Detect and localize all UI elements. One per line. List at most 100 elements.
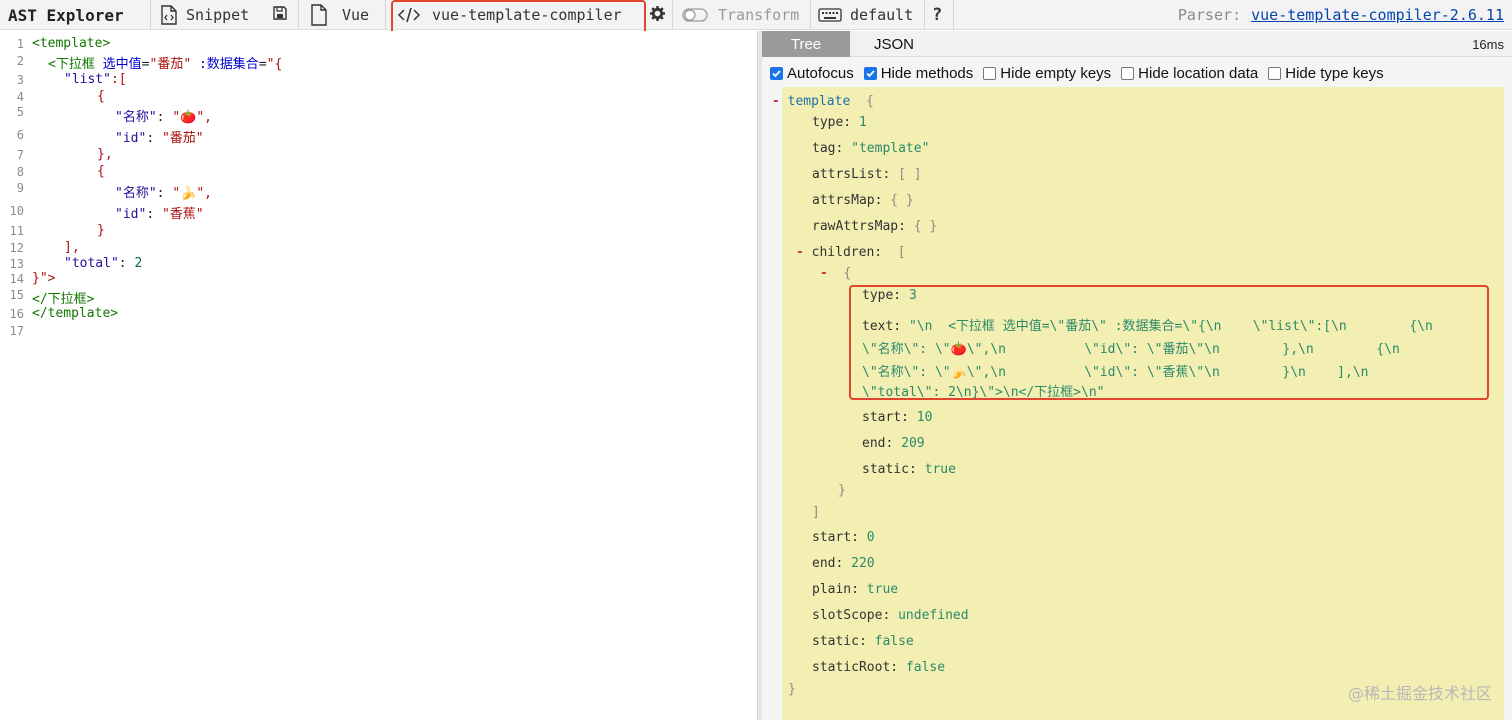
code-token: "番茄" (149, 57, 192, 72)
collapse-toggle[interactable]: - (796, 245, 804, 260)
code-token: "名称" (115, 110, 157, 125)
code-token: :[ (110, 72, 127, 87)
code-token: "{ (266, 57, 283, 72)
code-file-icon (160, 5, 178, 25)
tree-property[interactable]: start: 10 (862, 410, 932, 425)
brace: [ (897, 245, 906, 260)
code-editor[interactable]: 1 2 3 4 5 6 7 8 9 10 11 12 13 14 15 16 1… (0, 31, 757, 720)
tree-property[interactable]: attrsMap: { } (812, 193, 914, 208)
language-button[interactable]: Vue (310, 0, 369, 30)
line-number: 1 (16, 37, 24, 51)
toolbar-divider (953, 0, 954, 30)
code-token: : (156, 110, 173, 125)
tree-property[interactable]: plain: true (812, 582, 898, 597)
code-token: , (204, 110, 212, 125)
property-value: 0 (866, 530, 875, 545)
keymap-button[interactable]: default (818, 0, 913, 30)
checkbox-unchecked-icon[interactable] (983, 66, 997, 80)
line-number: 17 (9, 324, 24, 338)
parser-version-link[interactable]: vue-template-compiler-2.6.11 (1251, 6, 1504, 24)
property-key: type: (812, 115, 852, 130)
tab-tree[interactable]: Tree (762, 31, 850, 57)
tree-property[interactable]: staticRoot: false (812, 660, 945, 675)
tree-property[interactable]: end: 220 (812, 556, 875, 571)
toggle-icon (682, 7, 708, 23)
tree-node-child[interactable]: - { (820, 266, 851, 281)
checkbox-checked-icon[interactable] (863, 66, 877, 80)
option-label: Hide empty keys (1000, 64, 1112, 82)
line-number: 15 (9, 288, 24, 302)
code-line: "名称": "🍌", (115, 182, 212, 201)
tree-property[interactable]: start: 0 (812, 530, 875, 545)
toolbar-divider (672, 0, 673, 30)
property-key: attrsMap: (812, 193, 883, 208)
tree-options: Autofocus Hide methods Hide empty keys H… (770, 63, 1394, 83)
property-value: undefined (898, 608, 969, 623)
code-token: : (146, 207, 162, 222)
tree-property[interactable]: end: 209 (862, 436, 925, 451)
property-value: 209 (901, 436, 925, 451)
option-label: Hide type keys (1285, 64, 1384, 82)
toolbar-divider (150, 0, 151, 30)
property-value: true (924, 462, 956, 477)
line-number: 14 (9, 272, 24, 286)
language-label: Vue (342, 6, 370, 24)
option-label: Autofocus (787, 64, 854, 82)
collapse-toggle[interactable]: - (820, 266, 828, 281)
code-token: "番茄" (161, 131, 204, 146)
tree-node-root[interactable]: - template { (772, 94, 874, 109)
tree-property[interactable]: slotScope: undefined (812, 608, 969, 623)
toolbar-divider (385, 0, 386, 30)
tree-property[interactable]: static: false (812, 634, 914, 649)
property-key: start: (862, 410, 909, 425)
code-line: </template> (32, 306, 119, 321)
help-button[interactable]: ? (932, 0, 942, 30)
option-hide-location-data[interactable]: Hide location data (1121, 65, 1258, 82)
property-key: plain: (812, 582, 859, 597)
checkbox-unchecked-icon[interactable] (1268, 66, 1282, 80)
parser-info: Parser: vue-template-compiler-2.6.11 (1178, 0, 1504, 30)
tree-property[interactable]: type: 1 (812, 115, 867, 130)
transform-toggle[interactable]: Transform (682, 0, 799, 30)
property-value: false (905, 660, 946, 675)
parser-settings-button[interactable] (650, 0, 665, 30)
line-number: 10 (9, 204, 24, 218)
parse-time: 16ms (1472, 36, 1504, 52)
toolbar-divider (924, 0, 925, 30)
line-number: 9 (16, 181, 24, 195)
toolbar: AST Explorer Snippet Vue vue-template-co… (0, 0, 1512, 38)
code-token: "id" (115, 131, 147, 146)
output-tabs: Tree JSON 16ms (762, 31, 1512, 57)
property-key: static: (862, 462, 917, 477)
checkbox-unchecked-icon[interactable] (1121, 66, 1135, 80)
snippet-button[interactable]: Snippet (160, 0, 249, 30)
highlight-box (849, 285, 1489, 400)
watermark: @稀土掘金技术社区 (1347, 684, 1492, 703)
code-line: { (97, 89, 105, 104)
property-value: { } (913, 219, 938, 234)
collapse-toggle[interactable]: - (772, 94, 780, 109)
save-button[interactable] (272, 0, 288, 30)
option-hide-empty-keys[interactable]: Hide empty keys (983, 65, 1111, 82)
brace: { (865, 94, 874, 109)
checkbox-checked-icon[interactable] (770, 66, 783, 80)
option-autofocus[interactable]: Autofocus (770, 65, 854, 82)
tree-property[interactable]: rawAttrsMap: { } (812, 219, 937, 234)
property-value: 1 (858, 115, 867, 130)
property-key: rawAttrsMap: (812, 219, 906, 234)
option-hide-methods[interactable]: Hide methods (863, 64, 974, 82)
property-key: staticRoot: (812, 660, 899, 675)
node-type-name: template (787, 94, 851, 109)
tree-property-children[interactable]: - children: [ (796, 245, 906, 260)
option-label: Hide methods (880, 64, 974, 82)
transform-label: Transform (718, 6, 800, 24)
option-hide-type-keys[interactable]: Hide type keys (1268, 64, 1384, 82)
tree-property[interactable]: static: true (862, 462, 956, 477)
tree-property[interactable]: attrsList: [ ] (812, 167, 922, 182)
tree-property[interactable]: tag: "template" (812, 141, 929, 156)
tab-json[interactable]: JSON (850, 31, 938, 57)
snippet-label: Snippet (186, 6, 250, 24)
code-token: 2 (134, 256, 143, 271)
code-token: : (156, 186, 173, 201)
code-line: } (97, 223, 105, 238)
